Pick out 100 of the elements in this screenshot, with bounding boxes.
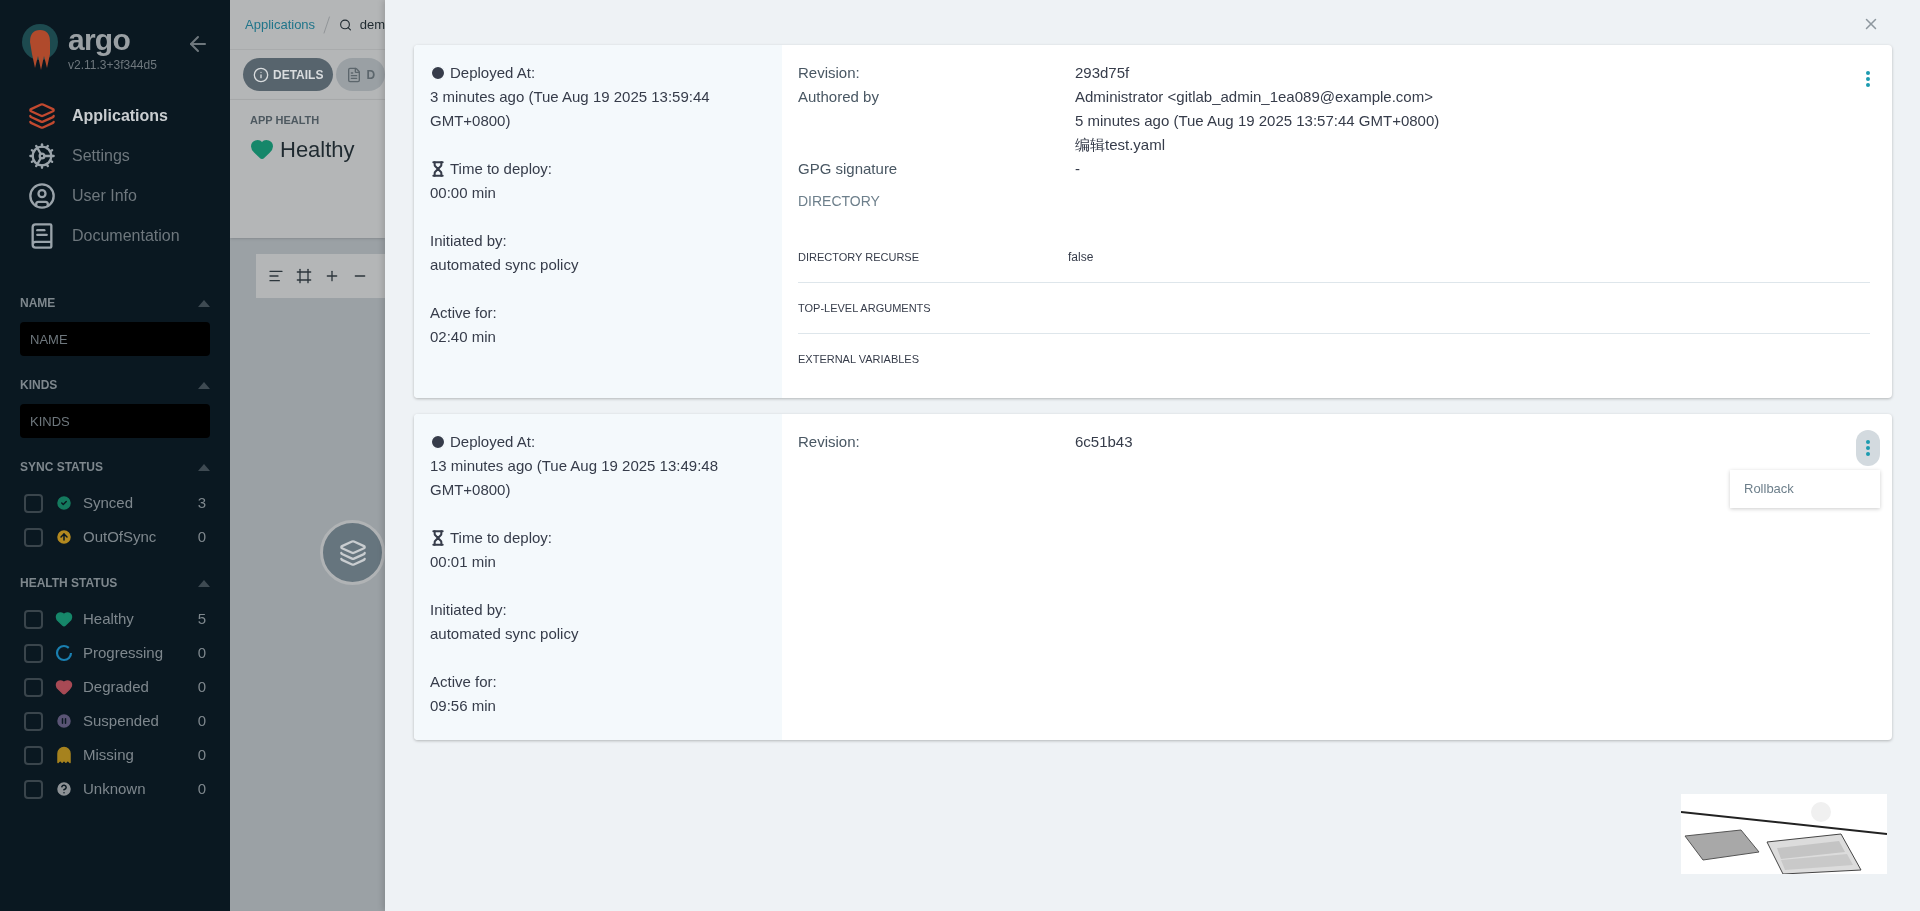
filter-count: 0 — [197, 676, 207, 697]
info-icon — [253, 66, 269, 83]
nav-item[interactable]: Documentation — [28, 216, 230, 256]
zoom-in-icon[interactable] — [324, 268, 340, 284]
filter-title: KINDS — [20, 377, 58, 394]
filter-count: 0 — [197, 778, 207, 799]
filter-label: Unknown — [83, 778, 146, 799]
param-label: DIRECTORY RECURSE — [798, 249, 921, 265]
filter-input[interactable]: NAME — [20, 322, 210, 356]
filter-checkbox[interactable] — [24, 711, 43, 731]
detail-value: - — [1075, 159, 1080, 179]
field-label: Deployed At: — [450, 432, 536, 452]
settings-icon — [28, 142, 56, 170]
param-label: EXTERNAL VARIABLES — [798, 352, 921, 367]
list-icon[interactable] — [268, 268, 284, 284]
field-label: Time to deploy: — [450, 528, 552, 548]
field-label: Active for: — [430, 303, 498, 323]
filter-count: 0 — [197, 744, 207, 765]
app-health-value: Healthy — [280, 135, 355, 164]
filter-count: 0 — [197, 526, 207, 547]
kebab-icon — [1866, 71, 1870, 87]
tab-button[interactable]: D — [336, 58, 385, 91]
heart-icon — [55, 610, 73, 628]
field-label: Time to deploy: — [450, 159, 552, 179]
file-icon — [346, 66, 363, 83]
check-circle-icon — [55, 494, 73, 512]
field-label: Initiated by: — [430, 231, 508, 251]
deployed-at-value: 13 minutes ago (Tue Aug 19 2025 13:49:48 GMT+0800) — [430, 456, 719, 500]
breadcrumb-link[interactable]: Applications — [245, 14, 316, 35]
filter-count: 0 — [197, 710, 207, 731]
detail-label: Revision: — [798, 63, 861, 83]
collapse-caret-icon[interactable] — [198, 299, 210, 307]
filter-checkbox[interactable] — [24, 643, 43, 663]
filter-title: SYNC STATUS — [20, 459, 103, 476]
progress-ring-icon — [55, 644, 73, 662]
filter-label: Progressing — [83, 642, 164, 663]
initiated-by-value: automated sync policy — [430, 624, 580, 644]
filter-checkbox[interactable] — [24, 677, 43, 697]
filter-checkbox[interactable] — [24, 745, 43, 765]
fit-icon[interactable] — [296, 268, 312, 284]
nav-item[interactable]: Applications — [28, 96, 230, 136]
filter-count: 5 — [197, 608, 207, 629]
detail-value: 编辑test.yaml — [1075, 135, 1166, 155]
logo-text: argo — [68, 24, 131, 56]
deployed-at-value: 3 minutes ago (Tue Aug 19 2025 13:59:44 GMT+0800) — [430, 87, 711, 131]
field-label: Initiated by: — [430, 600, 508, 620]
filter-checkbox[interactable] — [24, 493, 43, 513]
app-health-label: APP HEALTH — [250, 113, 321, 128]
deploy-time-value: 00:00 min — [430, 183, 497, 203]
filter-checkbox[interactable] — [24, 779, 43, 799]
arrow-up-circle-icon — [55, 528, 73, 546]
active-for-value: 02:40 min — [430, 327, 497, 347]
ghost-icon — [55, 746, 73, 764]
filter-count: 0 — [197, 642, 207, 663]
hourglass-icon — [430, 530, 446, 546]
tab-button[interactable]: DETAILS — [243, 58, 334, 91]
filter-title: HEALTH STATUS — [20, 575, 118, 592]
filter-label: OutOfSync — [83, 526, 157, 547]
menu-item[interactable]: Rollback — [1730, 478, 1880, 500]
collapse-caret-icon[interactable] — [198, 463, 210, 471]
nav-item[interactable]: User Info — [28, 176, 230, 216]
filter-label: Healthy — [83, 608, 134, 629]
filter-checkbox[interactable] — [24, 609, 43, 629]
filter-label: Missing — [83, 744, 134, 765]
detail-label: GPG signature — [798, 159, 899, 179]
broken-heart-icon — [55, 678, 73, 696]
layers-icon — [338, 538, 367, 567]
kebab-icon — [1866, 440, 1870, 456]
pause-icon — [55, 712, 73, 730]
hourglass-icon — [430, 161, 446, 177]
nav-item[interactable]: Settings — [28, 136, 230, 176]
detail-label: Authored by — [798, 87, 880, 107]
initiated-by-value: automated sync policy — [430, 255, 580, 275]
field-label: Active for: — [430, 672, 498, 692]
param-label: TOP-LEVEL ARGUMENTS — [798, 301, 932, 316]
detail-value: 6c51b43 — [1075, 432, 1133, 452]
detail-label: Revision: — [798, 432, 861, 452]
filter-label: Suspended — [83, 710, 159, 731]
filter-title: NAME — [20, 295, 56, 312]
filter-label: Degraded — [83, 676, 149, 697]
more-menu-button[interactable] — [1856, 430, 1880, 466]
detail-value: 293d75f — [1075, 63, 1130, 83]
layers-icon — [28, 102, 56, 130]
filter-checkbox[interactable] — [24, 527, 43, 547]
collapse-caret-icon[interactable] — [198, 381, 210, 389]
collapse-caret-icon[interactable] — [198, 579, 210, 587]
param-value: false — [1068, 248, 1094, 266]
filter-input[interactable]: KINDS — [20, 404, 210, 438]
deploy-time-value: 00:01 min — [430, 552, 497, 572]
search-text: dem — [359, 15, 385, 34]
search-icon — [338, 17, 352, 32]
filter-count: 3 — [197, 492, 207, 513]
detail-value: 5 minutes ago (Tue Aug 19 2025 13:57:44 GMT+0800) — [1075, 111, 1440, 131]
breadcrumb-separator — [323, 14, 331, 35]
heart-icon — [250, 137, 274, 161]
filter-label: Synced — [83, 492, 134, 513]
section-heading: DIRECTORY — [798, 192, 881, 211]
version-text: v2.11.3+3f344d5 — [68, 57, 157, 74]
question-icon — [55, 780, 73, 798]
user-icon — [28, 182, 56, 210]
